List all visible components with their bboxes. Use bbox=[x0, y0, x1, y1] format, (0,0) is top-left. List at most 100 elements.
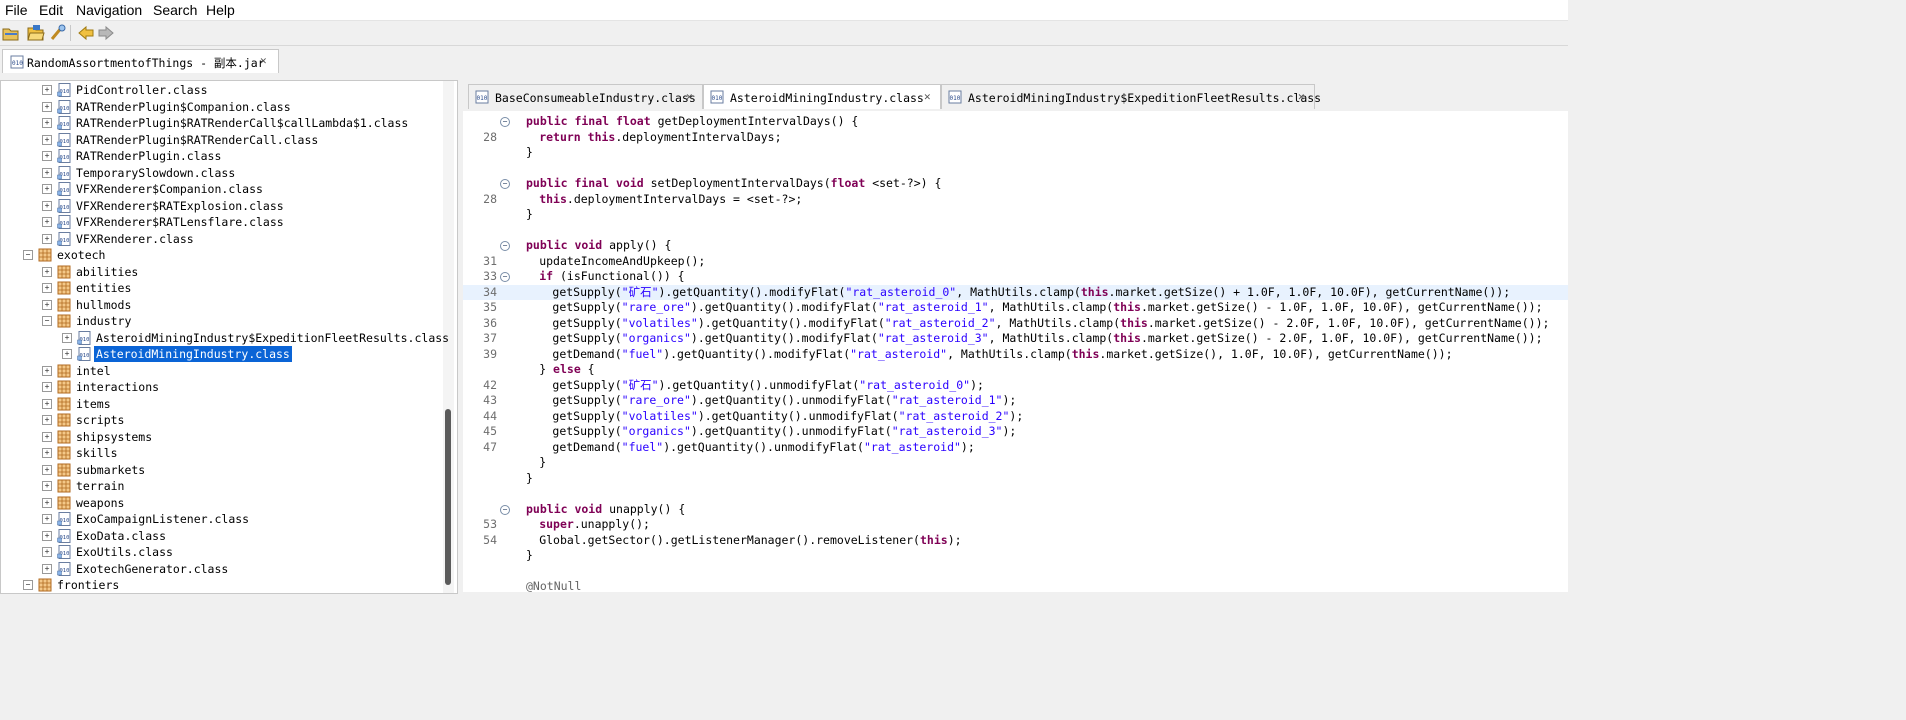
tree-class-row[interactable]: +010 VFXRenderer$Companion.class bbox=[1, 181, 441, 197]
expand-icon[interactable]: + bbox=[62, 349, 72, 359]
expand-icon[interactable]: + bbox=[62, 332, 72, 343]
tree-package-row[interactable]: + intel bbox=[1, 363, 441, 379]
open-file-icon[interactable] bbox=[2, 24, 20, 42]
close-tab-icon[interactable]: ✕ bbox=[924, 90, 931, 103]
tree-package-row[interactable]: + skills bbox=[1, 445, 441, 461]
close-tab-icon[interactable]: ✕ bbox=[1298, 90, 1305, 103]
tree-class-row[interactable]: +010 RATRenderPlugin$RATRenderCall.class bbox=[1, 132, 441, 148]
close-icon[interactable]: ✕ bbox=[260, 54, 267, 67]
expand-icon[interactable]: + bbox=[42, 398, 52, 409]
expand-icon[interactable]: + bbox=[42, 233, 52, 244]
tree-package-row[interactable]: + hullmods bbox=[1, 297, 441, 313]
tree-package-row[interactable]: − exotech bbox=[1, 247, 441, 263]
expand-icon[interactable]: + bbox=[42, 365, 52, 376]
menu-search[interactable]: Search bbox=[153, 1, 197, 19]
tree-class-row[interactable]: +010 AsteroidMiningIndustry$ExpeditionFle… bbox=[1, 330, 449, 346]
expand-icon[interactable]: + bbox=[42, 497, 52, 508]
expand-icon[interactable]: + bbox=[42, 151, 52, 161]
fold-toggle-icon[interactable]: − bbox=[500, 272, 510, 282]
expand-icon[interactable]: + bbox=[42, 118, 52, 128]
code-editor[interactable]: − public final float getDeploymentInterva… bbox=[463, 111, 1568, 592]
tree-package-row[interactable]: + scripts bbox=[1, 412, 441, 428]
tree-class-row[interactable]: +010 ExoCampaignListener.class bbox=[1, 511, 441, 527]
expand-icon[interactable]: + bbox=[42, 217, 52, 227]
tree-package-row[interactable]: + shipsystems bbox=[1, 429, 441, 445]
editor-tab[interactable]: 010 BaseConsumeableIndustry.class ✕ bbox=[468, 84, 703, 109]
code-token: .market.getSize() + 1.0F, 1.0F, 10.0F), … bbox=[1108, 284, 1511, 299]
tree-scrollbar-thumb[interactable] bbox=[445, 409, 451, 585]
editor-tab[interactable]: 010 AsteroidMiningIndustry.class ✕ bbox=[703, 84, 941, 109]
expand-icon[interactable]: + bbox=[42, 448, 52, 458]
expand-icon[interactable]: + bbox=[42, 530, 52, 541]
expand-icon[interactable]: + bbox=[42, 101, 52, 112]
menu-navigation[interactable]: Navigation bbox=[76, 1, 142, 19]
expand-icon[interactable]: + bbox=[42, 85, 52, 95]
code-text: @NotNull bbox=[526, 579, 581, 592]
collapse-icon[interactable]: − bbox=[23, 250, 33, 260]
tree-class-row[interactable]: +010 VFXRenderer$RATLensflare.class bbox=[1, 214, 441, 230]
menu-file[interactable]: File bbox=[5, 1, 28, 19]
fold-toggle-icon[interactable]: − bbox=[500, 504, 510, 515]
expand-icon[interactable]: + bbox=[42, 266, 52, 277]
expand-icon[interactable]: + bbox=[42, 382, 52, 392]
menu-help[interactable]: Help bbox=[206, 1, 235, 19]
expand-icon[interactable]: + bbox=[42, 464, 52, 475]
expand-icon[interactable]: + bbox=[42, 547, 52, 557]
code-keyword: else bbox=[553, 362, 588, 376]
tree-item-label: RATRenderPlugin$RATRenderCall$callLambda… bbox=[76, 116, 409, 130]
tree-package-row[interactable]: − industry bbox=[1, 313, 441, 329]
tree-package-row[interactable]: + terrain bbox=[1, 478, 441, 494]
expand-icon[interactable]: + bbox=[42, 167, 52, 178]
back-icon[interactable] bbox=[77, 24, 95, 42]
expand-icon[interactable]: + bbox=[42, 415, 52, 425]
tree-class-row[interactable]: +010 ExotechGenerator.class bbox=[1, 561, 441, 577]
code-string: "volatiles" bbox=[621, 408, 698, 423]
tree-package-row[interactable]: + weapons bbox=[1, 495, 441, 511]
collapse-icon[interactable]: − bbox=[23, 580, 33, 590]
tree-class-row[interactable]: +010 TemporarySlowdown.class bbox=[1, 165, 441, 181]
tree-class-row[interactable]: +010 RATRenderPlugin$Companion.class bbox=[1, 99, 441, 115]
tree-class-row[interactable]: +010 VFXRenderer$RATExplosion.class bbox=[1, 198, 441, 214]
fold-toggle-icon[interactable]: − bbox=[500, 241, 510, 251]
close-tab-icon[interactable]: ✕ bbox=[686, 90, 693, 103]
fold-toggle-icon[interactable]: − bbox=[500, 179, 510, 189]
expand-icon[interactable]: + bbox=[42, 200, 52, 211]
tree-package-row[interactable]: + entities bbox=[1, 280, 441, 296]
tree-item-label: industry bbox=[76, 314, 132, 328]
search-type-icon[interactable] bbox=[49, 24, 67, 42]
tree-class-row[interactable]: +010 ExoUtils.class bbox=[1, 544, 441, 560]
tree-package-row[interactable]: + items bbox=[1, 396, 441, 412]
forward-icon[interactable] bbox=[97, 24, 115, 42]
expand-icon[interactable]: + bbox=[42, 481, 52, 491]
line-number: 34 bbox=[483, 284, 497, 299]
expand-icon[interactable]: + bbox=[42, 431, 52, 442]
menu-edit[interactable]: Edit bbox=[39, 1, 63, 19]
editor-tab[interactable]: 010 AsteroidMiningIndustry$ExpeditionFlee… bbox=[941, 84, 1321, 109]
fold-toggle-icon[interactable]: − bbox=[500, 117, 510, 127]
expand-icon[interactable]: + bbox=[42, 514, 52, 524]
collapse-icon[interactable]: − bbox=[42, 316, 52, 326]
tree-package-row[interactable]: − frontiers bbox=[1, 577, 441, 593]
tree-item-label: AsteroidMiningIndustry.class bbox=[94, 346, 292, 362]
tree-class-row[interactable]: +010 AsteroidMiningIndustry.class bbox=[1, 346, 441, 362]
expand-icon[interactable]: + bbox=[42, 134, 52, 145]
class-file-icon: 010 bbox=[77, 330, 91, 345]
expand-icon[interactable]: + bbox=[42, 563, 52, 574]
tree-package-row[interactable]: + abilities bbox=[1, 264, 441, 280]
tree-package-row[interactable]: + interactions bbox=[1, 379, 441, 395]
tree-class-row[interactable]: +010 ExoData.class bbox=[1, 528, 441, 544]
tree-class-row[interactable]: +010 PidController.class bbox=[1, 82, 441, 98]
expand-icon[interactable]: + bbox=[42, 299, 52, 310]
tree-class-row[interactable]: +010 RATRenderPlugin.class bbox=[1, 148, 441, 164]
tree-package-row[interactable]: + submarkets bbox=[1, 462, 441, 478]
tree-item-label: ExotechGenerator.class bbox=[76, 561, 229, 576]
code-string: "rat_asteroid_0" bbox=[859, 377, 971, 392]
class-file-icon: 010 bbox=[475, 90, 489, 107]
code-token: .deploymentIntervalDays; bbox=[615, 129, 782, 144]
tree-class-row[interactable]: +010 VFXRenderer.class bbox=[1, 231, 441, 247]
jar-file-tab[interactable]: 010 RandomAssortmentofThings - 副本.jar ✕ bbox=[2, 49, 279, 73]
open-folder-icon[interactable] bbox=[27, 24, 45, 42]
tree-class-row[interactable]: +010 RATRenderPlugin$RATRenderCall$callLa… bbox=[1, 115, 441, 131]
expand-icon[interactable]: + bbox=[42, 184, 52, 194]
expand-icon[interactable]: + bbox=[42, 283, 52, 293]
